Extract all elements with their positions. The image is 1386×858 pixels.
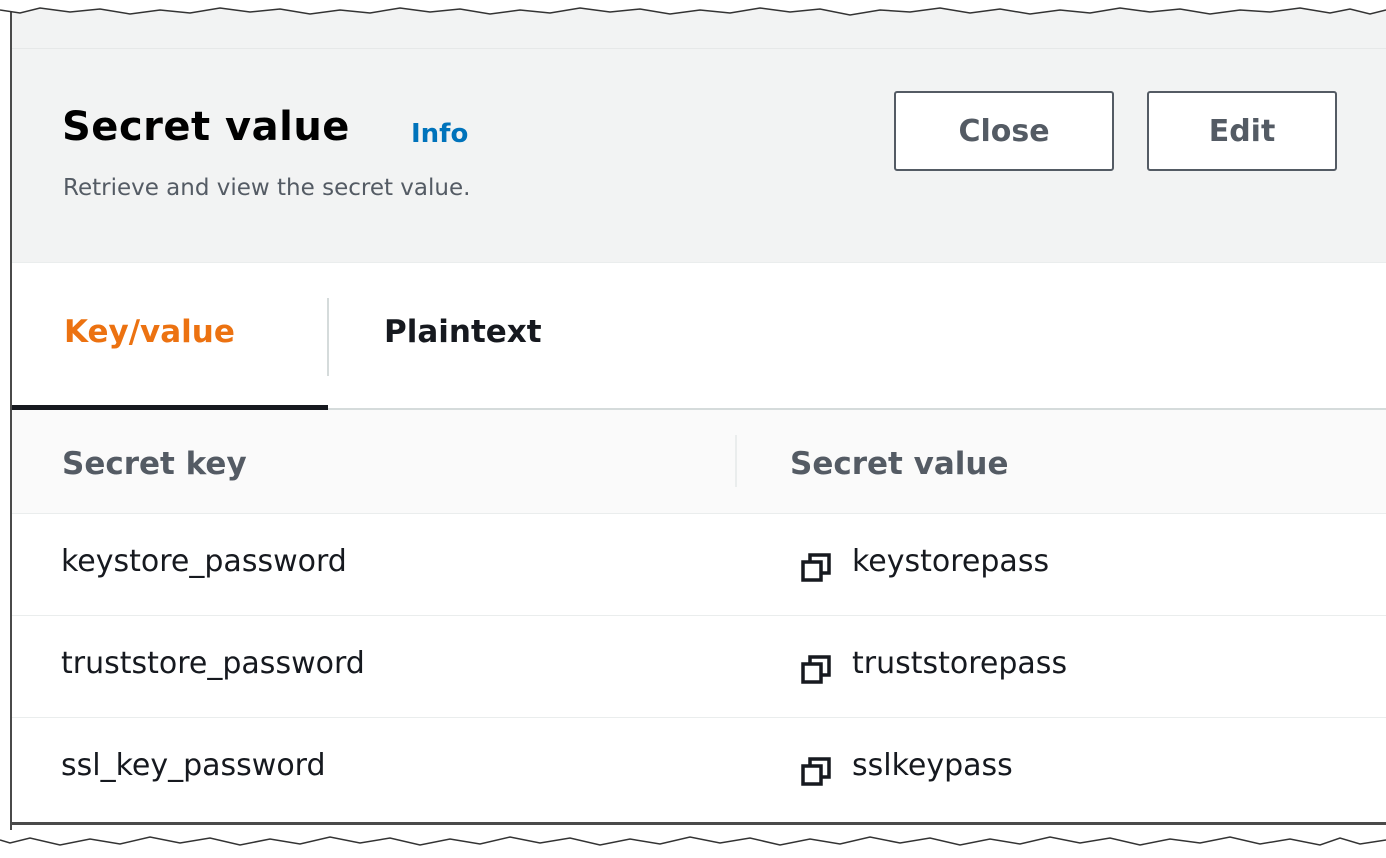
copy-icon[interactable]	[800, 654, 832, 686]
secret-value-cell: keystorepass	[852, 544, 1050, 579]
edit-button[interactable]: Edit	[1147, 91, 1337, 171]
close-button[interactable]: Close	[894, 91, 1114, 171]
secret-value-cell: sslkeypass	[852, 748, 1013, 783]
tab-key-value[interactable]: Key/value	[64, 314, 235, 350]
tab-divider	[327, 298, 329, 376]
torn-edge-top	[0, 0, 1386, 16]
secret-key-cell: ssl_key_password	[61, 748, 326, 783]
column-header-secret-key: Secret key	[62, 446, 247, 482]
torn-edge-bottom	[0, 836, 1386, 858]
tab-bar: Key/value Plaintext	[12, 264, 1386, 410]
table-row: ssl_key_password sslkeypass	[12, 718, 1386, 820]
secret-value-cell: truststorepass	[852, 646, 1068, 681]
secret-value-panel: Secret value Info Retrieve and view the …	[10, 0, 1386, 830]
page-subtitle: Retrieve and view the secret value.	[63, 175, 471, 201]
column-divider	[735, 435, 737, 487]
tab-plaintext[interactable]: Plaintext	[384, 314, 542, 350]
table-header: Secret key Secret value	[12, 410, 1386, 514]
page-title: Secret value	[62, 104, 350, 150]
copy-icon[interactable]	[800, 552, 832, 584]
secret-key-cell: truststore_password	[61, 646, 365, 681]
table-row: keystore_password keystorepass	[12, 514, 1386, 616]
panel-header: Secret value Info Retrieve and view the …	[12, 0, 1386, 263]
table-row: truststore_password truststorepass	[12, 616, 1386, 718]
column-header-secret-value: Secret value	[790, 446, 1009, 482]
secret-key-cell: keystore_password	[61, 544, 347, 579]
header-divider	[12, 48, 1386, 49]
copy-icon[interactable]	[800, 756, 832, 788]
info-link[interactable]: Info	[411, 119, 468, 149]
